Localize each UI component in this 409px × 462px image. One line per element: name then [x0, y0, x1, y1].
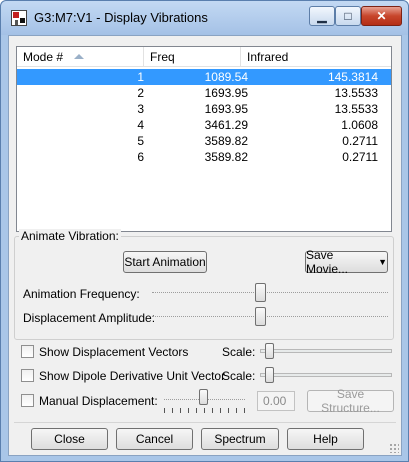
- animation-frequency-label: Animation Frequency:: [23, 287, 140, 301]
- help-button[interactable]: Help: [287, 428, 364, 450]
- mode-cell: 5: [137, 134, 144, 148]
- close-icon: ✕: [376, 9, 387, 23]
- show-dipole-vector-label: Show Dipole Derivative Unit Vector: [39, 369, 226, 383]
- infrared-cell: 13.5533: [334, 102, 378, 116]
- resize-grip[interactable]: [389, 443, 399, 453]
- dialog-body: Mode # Freq Infrared 1 1089.54 145.3814 …: [8, 35, 402, 456]
- dropdown-arrow-icon: ▼: [378, 257, 387, 267]
- title-bar[interactable]: G3:M7:V1 - Display Vibrations ▁ □ ✕: [1, 1, 408, 35]
- table-row[interactable]: 3 1693.95 13.5533: [17, 101, 391, 117]
- column-header-mode[interactable]: Mode #: [17, 47, 144, 67]
- displacement-scale-label: Scale:: [222, 345, 256, 359]
- freq-cell: 1693.95: [204, 102, 248, 116]
- cancel-button[interactable]: Cancel: [116, 428, 193, 450]
- infrared-cell: 145.3814: [327, 70, 378, 84]
- table-row[interactable]: 6 3589.82 0.2711: [17, 149, 391, 165]
- manual-displacement-value[interactable]: 0.00: [257, 391, 295, 411]
- animate-vibration-label: Animate Vibration:: [19, 229, 121, 243]
- freq-cell: 3461.29: [204, 118, 248, 132]
- close-window-button[interactable]: ✕: [361, 6, 402, 26]
- freq-cell: 1089.54: [204, 70, 248, 84]
- save-structure-button[interactable]: Save Structure...: [307, 387, 394, 415]
- displacement-amplitude-slider[interactable]: [255, 307, 266, 326]
- show-displacement-vectors-checkbox[interactable]: [21, 345, 34, 358]
- table-row[interactable]: 5 3589.82 0.2711: [17, 133, 391, 149]
- vibration-modes-table[interactable]: Mode # Freq Infrared 1 1089.54 145.3814 …: [16, 46, 392, 232]
- freq-cell: 3589.82: [204, 150, 248, 164]
- displacement-amplitude-label: Displacement Amplitude:: [23, 311, 156, 325]
- minimize-button[interactable]: ▁: [309, 6, 335, 26]
- table-header: Mode # Freq Infrared: [17, 47, 391, 67]
- infrared-cell: 1.0608: [341, 118, 378, 132]
- dipole-scale-slider[interactable]: [265, 367, 274, 383]
- show-dipole-vector-checkbox[interactable]: [21, 369, 34, 382]
- animation-frequency-slider[interactable]: [255, 283, 266, 302]
- dipole-scale-label: Scale:: [222, 369, 256, 383]
- dipole-scale-track: [260, 373, 392, 377]
- animation-frequency-track: [152, 292, 388, 293]
- infrared-cell: 0.2711: [342, 150, 378, 164]
- start-animation-button[interactable]: Start Animation: [123, 251, 207, 273]
- freq-cell: 3589.82: [204, 134, 248, 148]
- mode-cell: 6: [137, 150, 144, 164]
- save-movie-button[interactable]: Save Movie... ▼: [305, 248, 388, 276]
- column-header-infrared[interactable]: Infrared: [241, 47, 391, 67]
- column-header-freq[interactable]: Freq: [144, 47, 241, 67]
- mode-cell: 1: [137, 70, 144, 84]
- table-row[interactable]: 1 1089.54 145.3814: [17, 69, 391, 85]
- show-displacement-vectors-label: Show Displacement Vectors: [39, 345, 189, 359]
- animate-vibration-group: Animate Vibration: Start Animation Save …: [14, 229, 394, 340]
- displacement-amplitude-track: [152, 316, 388, 317]
- minimize-icon: ▁: [317, 9, 327, 23]
- maximize-icon: □: [344, 9, 352, 23]
- displacement-scale-slider[interactable]: [265, 343, 274, 359]
- manual-displacement-slider[interactable]: [199, 389, 208, 405]
- app-icon[interactable]: [11, 10, 27, 26]
- display-vibrations-window: G3:M7:V1 - Display Vibrations ▁ □ ✕ Mode…: [0, 0, 409, 462]
- mode-cell: 4: [137, 118, 144, 132]
- table-row[interactable]: 2 1693.95 13.5533: [17, 85, 391, 101]
- manual-displacement-checkbox[interactable]: [21, 394, 34, 407]
- infrared-cell: 13.5533: [334, 86, 378, 100]
- sort-ascending-icon: [74, 54, 84, 59]
- window-title: G3:M7:V1 - Display Vibrations: [34, 10, 208, 25]
- spectrum-button[interactable]: Spectrum: [201, 428, 279, 450]
- freq-cell: 1693.95: [204, 86, 248, 100]
- displacement-scale-track: [260, 349, 392, 353]
- mode-cell: 3: [137, 102, 144, 116]
- divider: [14, 422, 396, 423]
- manual-displacement-ticks: [164, 408, 245, 413]
- manual-displacement-label: Manual Displacement:: [39, 394, 158, 408]
- infrared-cell: 0.2711: [342, 134, 378, 148]
- table-row[interactable]: 4 3461.29 1.0608: [17, 117, 391, 133]
- maximize-button[interactable]: □: [335, 6, 361, 26]
- close-button[interactable]: Close: [31, 428, 108, 450]
- mode-cell: 2: [137, 86, 144, 100]
